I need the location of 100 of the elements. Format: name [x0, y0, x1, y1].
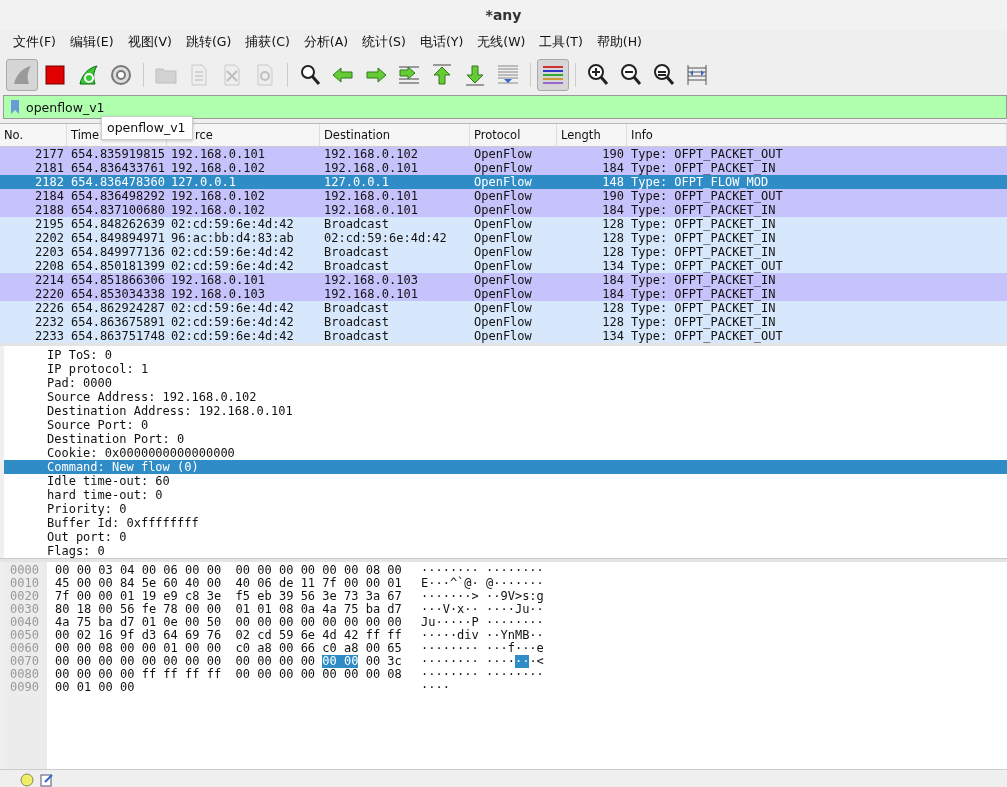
- hex-offset: 0020: [9, 590, 40, 604]
- ascii-text[interactable]: ········ ····: [421, 655, 515, 669]
- hex-offset: 0070: [9, 655, 40, 669]
- hex-bytes[interactable]: 00 3c: [358, 655, 402, 669]
- detail-line[interactable]: Flags: 0: [4, 544, 1007, 559]
- detail-line[interactable]: Source Port: 0: [4, 418, 1007, 433]
- ascii-text[interactable]: Ju·····P ········: [421, 616, 544, 630]
- packet-row[interactable]: 2214 654.851866306 192.168.0.101 192.168.0.103 OpenFlow 184 Type: OFPT_PACKET_IN: [0, 273, 1007, 288]
- bookmark-icon[interactable]: [10, 99, 20, 116]
- menu-item[interactable]: 视图(V): [120, 34, 179, 52]
- hex-bytes[interactable]: 00 00 00 00 ff ff ff ff 00 00 00 00 00 00 00 08: [55, 668, 402, 682]
- table-cell-text: 2188: [34, 203, 65, 218]
- column-header[interactable]: Time: [71, 128, 100, 143]
- table-cell-text: OpenFlow: [473, 329, 533, 344]
- hex-bytes[interactable]: 00 00 03 04 00 06 00 00 00 00 00 00 00 00 08 00: [55, 564, 402, 578]
- table-cell-text: OpenFlow: [473, 315, 533, 330]
- menu-item[interactable]: 帮助(H): [589, 34, 649, 52]
- packet-row[interactable]: 2182 654.836478360 127.0.0.1 127.0.0.1 OpenFlow 148 Type: OFPT_FLOW_MOD: [0, 175, 1007, 190]
- table-cell-text: 128: [601, 315, 625, 330]
- hex-bytes[interactable]: 00 00: [322, 655, 359, 669]
- ascii-text[interactable]: ·······> ··9V>s:g: [421, 590, 544, 604]
- edit-icon[interactable]: [40, 773, 54, 787]
- table-cell-text: 02:cd:59:6e:4d:42: [323, 231, 448, 246]
- detail-line[interactable]: Out port: 0: [4, 530, 1007, 545]
- detail-line[interactable]: Priority: 0: [4, 502, 1007, 517]
- packet-row[interactable]: 2177 654.835919815 192.168.0.101 192.168.0.102 OpenFlow 190 Type: OFPT_PACKET_OUT: [0, 147, 1007, 162]
- menu-item[interactable]: 跳转(G): [178, 34, 239, 52]
- table-cell-text: Type: OFPT_PACKET_IN: [630, 231, 777, 246]
- menu-item[interactable]: 电话(Y): [412, 34, 471, 52]
- table-cell-text: 2232: [34, 315, 65, 330]
- packet-row[interactable]: 2220 654.853034338 192.168.0.103 192.168.0.101 OpenFlow 184 Type: OFPT_PACKET_IN: [0, 287, 1007, 302]
- detail-line[interactable]: IP protocol: 1: [4, 362, 1007, 377]
- column-header[interactable]: Protocol: [474, 128, 521, 143]
- packet-row[interactable]: 2181 654.836433761 192.168.0.102 192.168.0.101 OpenFlow 184 Type: OFPT_PACKET_IN: [0, 161, 1007, 176]
- detail-line[interactable]: Idle time-out: 60: [4, 474, 1007, 489]
- table-cell-text: 96:ac:bb:d4:83:ab: [170, 231, 295, 246]
- table-cell-text: 128: [601, 217, 625, 232]
- ascii-text[interactable]: ·<: [529, 655, 544, 669]
- packet-row[interactable]: 2203 654.849977136 02:cd:59:6e:4d:42 Broadcast OpenFlow 128 Type: OFPT_PACKET_IN: [0, 245, 1007, 260]
- filter-suggestion-menu[interactable]: openflow_v1: [101, 116, 193, 141]
- menu-item[interactable]: 文件(F): [6, 34, 63, 52]
- table-cell-text: OpenFlow: [473, 301, 533, 316]
- hex-offset: 0050: [9, 629, 40, 643]
- detail-line[interactable]: Pad: 0000: [4, 376, 1007, 391]
- hex-bytes[interactable]: 00 01 00 00: [55, 681, 135, 695]
- table-cell-text: 192.168.0.103: [323, 273, 419, 288]
- table-cell-text: 2184: [34, 189, 65, 204]
- column-header[interactable]: rce: [195, 128, 213, 143]
- packet-row[interactable]: 2195 654.848262639 02:cd:59:6e:4d:42 Broadcast OpenFlow 128 Type: OFPT_PACKET_IN: [0, 217, 1007, 232]
- packet-row[interactable]: 2184 654.836498292 192.168.0.102 192.168.0.101 OpenFlow 190 Type: OFPT_PACKET_OUT: [0, 189, 1007, 204]
- detail-line[interactable]: Cookie: 0x0000000000000000: [4, 446, 1007, 461]
- table-cell-text: 190: [601, 147, 625, 162]
- packet-row[interactable]: 2233 654.863751748 02:cd:59:6e:4d:42 Broadcast OpenFlow 134 Type: OFPT_PACKET_OUT: [0, 329, 1007, 344]
- table-cell-text: 148: [601, 175, 625, 190]
- menu-item[interactable]: 统计(S): [355, 34, 413, 52]
- column-header[interactable]: Length: [561, 128, 601, 143]
- menu-item[interactable]: 无线(W): [470, 34, 533, 52]
- hex-bytes[interactable]: 80 18 00 56 fe 78 00 00 01 01 08 0a 4a 75 ba d7: [55, 603, 402, 617]
- hex-bytes[interactable]: 00 02 16 9f d3 64 69 76 02 cd 59 6e 4d 42 ff ff: [55, 629, 402, 643]
- zoom-out-icon: [619, 62, 643, 87]
- menu-item[interactable]: 工具(T): [532, 34, 590, 52]
- ascii-text[interactable]: ··: [514, 655, 530, 669]
- packet-row[interactable]: 2188 654.837100680 192.168.0.102 192.168.0.101 OpenFlow 184 Type: OFPT_PACKET_IN: [0, 203, 1007, 218]
- menu-item[interactable]: 分析(A): [296, 34, 356, 52]
- hex-offset: 0090: [9, 681, 40, 695]
- detail-line[interactable]: Destination Address: 192.168.0.101: [4, 404, 1007, 419]
- packet-row[interactable]: 2232 654.863675891 02:cd:59:6e:4d:42 Broadcast OpenFlow 128 Type: OFPT_PACKET_IN: [0, 315, 1007, 330]
- hex-bytes[interactable]: 4a 75 ba d7 01 0e 00 50 00 00 00 00 00 00 00 00: [55, 616, 402, 630]
- ascii-text[interactable]: E···^`@· @·······: [421, 577, 544, 591]
- detail-line[interactable]: Destination Port: 0: [4, 432, 1007, 447]
- hex-bytes[interactable]: 00 00 08 00 00 01 00 00 c0 a8 00 66 c0 a8 00 65: [55, 642, 402, 656]
- packet-row[interactable]: 2208 654.850181399 02:cd:59:6e:4d:42 Broadcast OpenFlow 134 Type: OFPT_PACKET_OUT: [0, 259, 1007, 274]
- column-header[interactable]: No.: [4, 128, 24, 143]
- detail-line[interactable]: Buffer Id: 0xffffffff: [4, 516, 1007, 531]
- ascii-text[interactable]: ·····div ··YnMB··: [421, 629, 544, 643]
- column-header[interactable]: Info: [631, 128, 653, 143]
- detail-line[interactable]: IP ToS: 0: [4, 348, 1007, 363]
- hex-bytes[interactable]: 7f 00 00 01 19 e9 c8 3e f5 eb 39 56 3e 73 3a 67: [55, 590, 402, 604]
- display-filter-field[interactable]: openflow_v1: [3, 95, 1007, 120]
- packet-row[interactable]: 2226 654.862924287 02:cd:59:6e:4d:42 Broadcast OpenFlow 128 Type: OFPT_PACKET_IN: [0, 301, 1007, 316]
- column-header[interactable]: Destination: [324, 128, 390, 143]
- colorize-button[interactable]: [537, 58, 569, 91]
- table-cell-text: 190: [601, 189, 625, 204]
- menu-item[interactable]: 编辑(E): [62, 34, 121, 52]
- menu-item[interactable]: 捕获(C): [238, 34, 297, 52]
- table-cell-text: Type: OFPT_FLOW_MOD: [630, 175, 770, 190]
- ascii-text[interactable]: ····: [421, 681, 450, 695]
- hex-bytes[interactable]: 45 00 00 84 5e 60 40 00 40 06 de 11 7f 00 00 01: [55, 577, 402, 591]
- ascii-text[interactable]: ········ ···f···e: [421, 642, 544, 656]
- detail-line[interactable]: Source Address: 192.168.0.102: [4, 390, 1007, 405]
- packet-row[interactable]: 2202 654.849894971 96:ac:bb:d4:83:ab 02:cd:59:6e:4d:42 OpenFlow 128 Type: OFPT_PACKET_IN: [0, 231, 1007, 246]
- table-cell-text: 192.168.0.102: [170, 189, 266, 204]
- detail-line[interactable]: hard time-out: 0: [4, 488, 1007, 503]
- hex-bytes[interactable]: 00 00 00 00 00 00 00 00 00 00 00 00: [55, 655, 323, 669]
- status-light-icon: [20, 773, 34, 787]
- table-cell-text: Type: OFPT_PACKET_OUT: [630, 147, 784, 162]
- table-cell-text: 654.850181399: [70, 259, 166, 274]
- ascii-text[interactable]: ···V·x·· ····Ju··: [421, 603, 544, 617]
- ascii-text[interactable]: ········ ········: [421, 668, 544, 682]
- table-cell-text: 02:cd:59:6e:4d:42: [170, 217, 295, 232]
